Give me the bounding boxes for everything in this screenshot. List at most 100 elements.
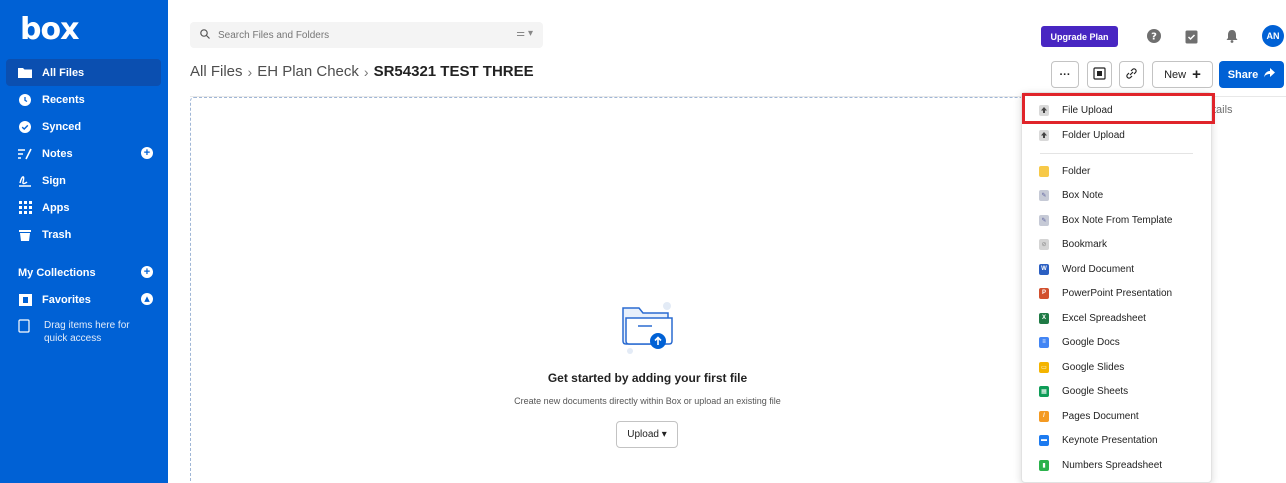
menu-item-folder-upload[interactable]: Folder Upload <box>1022 123 1213 147</box>
breadcrumb-all-files[interactable]: All Files <box>190 63 243 80</box>
menu-item-box-note[interactable]: ✎ Box Note <box>1022 183 1213 207</box>
menu-item-word-document[interactable]: W Word Document <box>1022 257 1213 281</box>
menu-item-label: Google Sheets <box>1062 385 1129 397</box>
sidebar-item-label: Sign <box>42 174 66 187</box>
link-icon <box>1125 67 1138 83</box>
sidebar-item-recents[interactable]: Recents <box>6 86 161 113</box>
collapse-favorites-icon[interactable]: ▴ <box>141 293 153 305</box>
check-circle-icon <box>18 120 32 134</box>
search-filter-icon[interactable]: ⚌ ▾ <box>516 28 533 39</box>
empty-state-subtitle: Create new documents directly within Box… <box>514 396 781 406</box>
word-icon: W <box>1039 263 1049 275</box>
box-logo[interactable]: box <box>20 12 79 47</box>
menu-item-bookmark[interactable]: ⊘ Bookmark <box>1022 232 1213 256</box>
menu-item-label: Box Note <box>1062 189 1104 201</box>
menu-item-keynote[interactable]: ▬ Keynote Presentation <box>1022 428 1213 452</box>
more-options-button[interactable]: ··· <box>1051 61 1079 88</box>
drag-hint: Drag items here for quick access <box>6 319 161 345</box>
sidebar-item-label: Apps <box>42 201 70 214</box>
avatar[interactable]: AN <box>1262 25 1284 47</box>
svg-text:?: ? <box>1151 32 1157 43</box>
menu-item-label: Pages Document <box>1062 410 1139 422</box>
sidebar-item-trash[interactable]: Trash <box>6 221 161 248</box>
sidebar: box All Files Recents Synced Notes + Sig… <box>0 0 168 483</box>
pages-icon: / <box>1039 410 1049 422</box>
menu-item-label: Box Note From Template <box>1062 214 1173 226</box>
sidebar-item-apps[interactable]: Apps <box>6 194 161 221</box>
box-note-icon: ✎ <box>1039 189 1049 201</box>
menu-item-folder[interactable]: Folder <box>1022 159 1213 183</box>
breadcrumb-separator: › <box>363 63 369 80</box>
new-dropdown-menu: File Upload Folder Upload Folder ✎ Box N… <box>1021 92 1212 483</box>
add-note-icon[interactable]: + <box>141 147 153 159</box>
breadcrumb: All Files › EH Plan Check › SR54321 TEST… <box>190 63 534 80</box>
menu-item-label: Google Slides <box>1062 361 1125 373</box>
sidebar-item-favorites[interactable]: Favorites ▴ <box>6 286 161 313</box>
search-input[interactable]: Search Files and Folders ⚌ ▾ <box>190 22 543 48</box>
trash-icon <box>18 228 32 242</box>
menu-item-powerpoint[interactable]: P PowerPoint Presentation <box>1022 281 1213 305</box>
share-button-label: Share <box>1227 68 1259 81</box>
tasks-icon[interactable] <box>1183 28 1199 44</box>
sidebar-item-label: All Files <box>42 66 85 79</box>
menu-item-numbers[interactable]: ▮ Numbers Spreadsheet <box>1022 453 1213 477</box>
sidebar-item-notes[interactable]: Notes + <box>6 140 161 167</box>
breadcrumb-current-folder: SR54321 TEST THREE <box>373 63 534 80</box>
google-sheets-icon: ▦ <box>1039 385 1049 397</box>
menu-item-google-slides[interactable]: ▭ Google Slides <box>1022 355 1213 379</box>
sidebar-item-synced[interactable]: Synced <box>6 113 161 140</box>
apps-grid-icon <box>18 201 32 215</box>
plus-icon: + <box>1192 66 1201 83</box>
menu-item-pages[interactable]: / Pages Document <box>1022 404 1213 428</box>
drag-hint-text: Drag items here for quick access <box>44 320 130 344</box>
search-placeholder: Search Files and Folders <box>218 29 330 41</box>
menu-item-label: Google Docs <box>1062 336 1120 348</box>
breadcrumb-separator: › <box>247 63 253 80</box>
notes-icon <box>18 147 32 161</box>
favorites-label: Favorites <box>42 293 91 306</box>
notifications-bell-icon[interactable] <box>1224 28 1240 44</box>
collections-button[interactable] <box>1087 61 1112 88</box>
folder-upload-icon <box>1039 129 1049 141</box>
box-note-template-icon: ✎ <box>1039 214 1049 226</box>
menu-item-google-sheets[interactable]: ▦ Google Sheets <box>1022 379 1213 403</box>
new-button[interactable]: New + <box>1152 61 1213 88</box>
sidebar-item-label: Trash <box>42 228 72 241</box>
menu-item-label: Excel Spreadsheet <box>1062 312 1146 324</box>
menu-item-google-docs[interactable]: ≡ Google Docs <box>1022 330 1213 354</box>
menu-item-excel[interactable]: X Excel Spreadsheet <box>1022 306 1213 330</box>
menu-item-box-note-template[interactable]: ✎ Box Note From Template <box>1022 208 1213 232</box>
menu-item-label: Keynote Presentation <box>1062 434 1158 446</box>
upgrade-plan-button[interactable]: Upgrade Plan <box>1041 26 1118 47</box>
favorites-icon <box>18 293 32 307</box>
copy-link-button[interactable] <box>1119 61 1144 88</box>
keynote-icon: ▬ <box>1039 434 1049 446</box>
sidebar-item-label: Synced <box>42 120 82 133</box>
breadcrumb-eh-plan-check[interactable]: EH Plan Check <box>257 63 359 80</box>
numbers-icon: ▮ <box>1039 459 1049 471</box>
menu-item-label: Numbers Spreadsheet <box>1062 459 1163 471</box>
sign-icon <box>18 174 32 188</box>
bookmark-icon: ⊘ <box>1039 238 1049 250</box>
menu-item-label: PowerPoint Presentation <box>1062 287 1173 299</box>
menu-separator <box>1040 153 1193 154</box>
add-collection-icon[interactable]: + <box>141 266 153 278</box>
menu-item-label: Bookmark <box>1062 238 1108 250</box>
sidebar-item-all-files[interactable]: All Files <box>6 59 161 86</box>
sidebar-item-label: Notes <box>42 147 73 160</box>
my-collections-label: My Collections <box>18 266 96 279</box>
google-slides-icon: ▭ <box>1039 361 1049 373</box>
empty-state-title: Get started by adding your first file <box>547 371 748 385</box>
sidebar-my-collections[interactable]: My Collections + <box>6 259 161 286</box>
collections-icon <box>1093 66 1106 83</box>
empty-folder-upload-illustration <box>616 296 678 358</box>
share-arrow-icon <box>1264 68 1276 81</box>
new-button-label: New <box>1164 68 1187 81</box>
menu-item-label: Word Document <box>1062 263 1135 275</box>
upload-button[interactable]: Upload ▾ <box>616 421 678 448</box>
details-tab[interactable]: tails <box>1213 104 1233 116</box>
share-button[interactable]: Share <box>1219 61 1284 88</box>
help-icon[interactable]: ? <box>1146 28 1162 44</box>
sidebar-item-sign[interactable]: Sign <box>6 167 161 194</box>
